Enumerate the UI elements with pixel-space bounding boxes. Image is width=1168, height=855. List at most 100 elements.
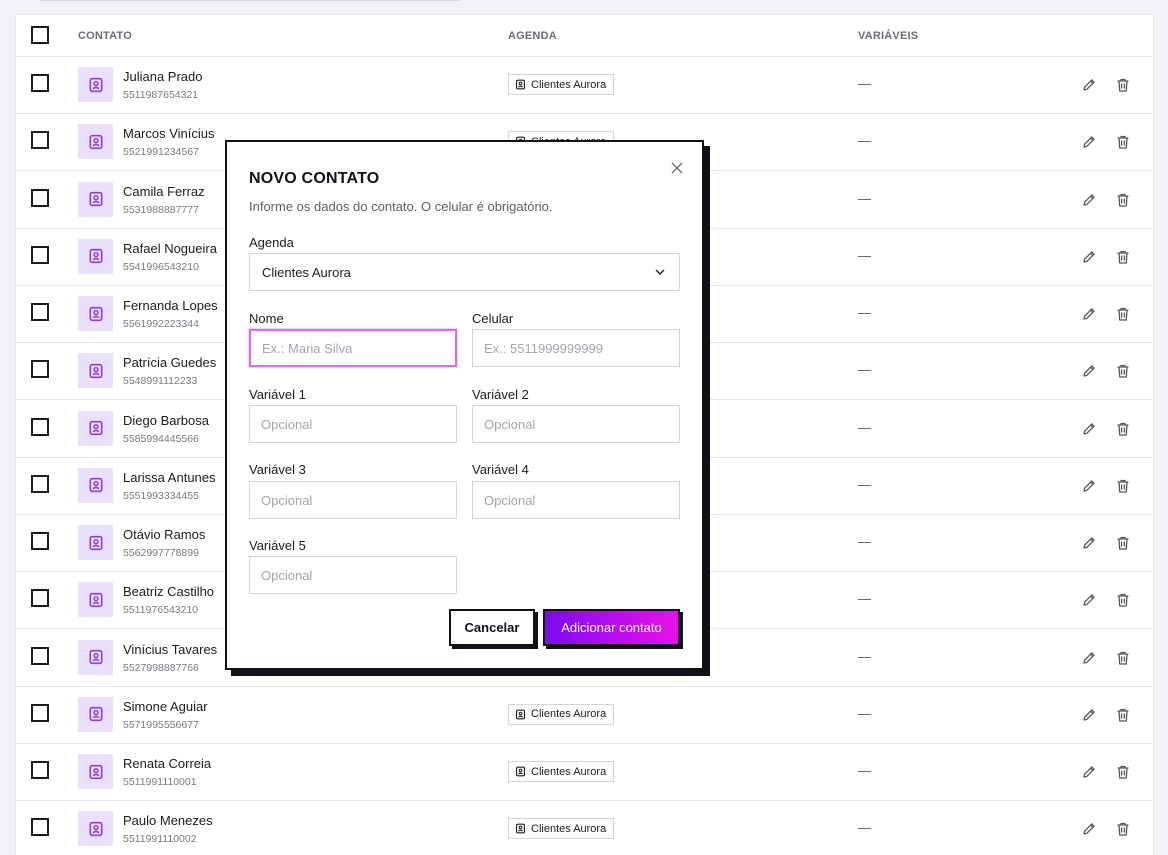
variable-5-input[interactable] <box>249 556 457 594</box>
row-checkbox[interactable] <box>31 703 49 722</box>
trash-icon[interactable] <box>1114 649 1132 667</box>
pencil-icon[interactable] <box>1080 820 1098 838</box>
pencil-icon[interactable] <box>1080 477 1098 495</box>
variable-1-input[interactable] <box>249 405 457 443</box>
trash-icon[interactable] <box>1114 420 1132 438</box>
pencil-icon[interactable] <box>1080 591 1098 609</box>
close-icon[interactable] <box>669 160 685 176</box>
row-checkbox[interactable] <box>31 474 49 493</box>
agenda-label: Agenda <box>249 235 294 250</box>
contact-card-icon <box>78 639 113 675</box>
pencil-icon[interactable] <box>1080 191 1098 209</box>
variables-value: — <box>858 648 871 664</box>
trash-icon[interactable] <box>1114 76 1132 94</box>
trash-icon[interactable] <box>1114 133 1132 151</box>
contact-card-icon <box>515 766 526 777</box>
contact-phone: 5548991112233 <box>123 375 198 388</box>
variables-value: — <box>858 419 871 435</box>
contact-card-icon <box>78 124 113 160</box>
contact-phone: 5531988887777 <box>123 203 199 216</box>
contact-name: Otávio Ramos <box>123 527 206 542</box>
variables-value: — <box>858 534 871 549</box>
contact-name: Beatriz Castilho <box>123 584 215 600</box>
contact-card-icon <box>515 79 526 90</box>
pencil-icon[interactable] <box>1080 420 1098 438</box>
table-row: Renata Correia 5511991110001 Clientes Auro… <box>16 744 1153 801</box>
new-contact-modal: NOVO CONTATO Informe os dados do contato… <box>225 140 704 670</box>
pencil-icon[interactable] <box>1080 534 1098 552</box>
trash-icon[interactable] <box>1114 534 1132 552</box>
row-checkbox[interactable] <box>31 818 49 837</box>
agenda-badge: Clientes Aurora <box>508 703 615 725</box>
contact-name: Vinícius Tavares <box>123 641 218 657</box>
trash-icon[interactable] <box>1114 191 1132 209</box>
row-checkbox[interactable] <box>31 532 49 550</box>
pencil-icon[interactable] <box>1080 248 1098 266</box>
table-header: CONTATO AGENDA VARIÁVEIS <box>16 15 1153 57</box>
select-all-checkbox[interactable] <box>31 26 49 44</box>
variable-5-label: Variável 5 <box>249 538 306 553</box>
variables-value: — <box>858 190 871 206</box>
row-checkbox[interactable] <box>31 188 49 207</box>
add-contact-button[interactable]: Adicionar contato <box>543 609 680 646</box>
pencil-icon[interactable] <box>1080 76 1098 94</box>
contact-name: Paulo Menezes <box>123 813 213 829</box>
row-checkbox[interactable] <box>31 74 49 92</box>
variables-value: — <box>858 133 871 149</box>
trash-icon[interactable] <box>1114 706 1132 724</box>
trash-icon[interactable] <box>1114 362 1132 380</box>
trash-icon[interactable] <box>1114 477 1132 495</box>
trash-icon[interactable] <box>1114 248 1132 266</box>
agenda-badge: Clientes Aurora <box>508 761 615 782</box>
variable-2-input[interactable] <box>472 405 680 443</box>
trash-icon[interactable] <box>1114 820 1132 838</box>
contact-name: Marcos Vinícius <box>123 126 215 142</box>
row-checkbox[interactable] <box>31 303 49 321</box>
contact-phone: 5561992223344 <box>123 318 199 330</box>
contact-card-icon <box>78 754 113 789</box>
row-checkbox[interactable] <box>31 245 49 264</box>
pencil-icon[interactable] <box>1080 133 1098 151</box>
name-input[interactable] <box>249 329 457 367</box>
trash-icon[interactable] <box>1114 591 1132 609</box>
phone-label: Celular <box>472 311 514 326</box>
variables-value: — <box>858 247 871 263</box>
header-contact: CONTATO <box>78 30 132 42</box>
pencil-icon[interactable] <box>1080 763 1098 781</box>
agenda-select-value: Clientes Aurora <box>262 264 351 280</box>
top-divider <box>40 0 460 1</box>
contact-card-icon <box>78 582 113 618</box>
contact-phone: 5511991110002 <box>123 833 197 846</box>
contact-phone: 5541996543210 <box>123 260 199 273</box>
row-checkbox[interactable] <box>31 131 49 150</box>
modal-title: NOVO CONTATO <box>249 170 380 187</box>
trash-icon[interactable] <box>1114 763 1132 781</box>
phone-input[interactable] <box>472 329 680 367</box>
contact-name: Fernanda Lopes <box>123 298 218 313</box>
variables-value: — <box>858 76 871 91</box>
row-checkbox[interactable] <box>31 589 49 608</box>
agenda-select[interactable]: Clientes Aurora <box>249 253 680 291</box>
variable-4-label: Variável 4 <box>472 462 529 477</box>
row-checkbox[interactable] <box>31 417 49 436</box>
table-row: Simone Aguiar 5571995556677 Clientes Auror… <box>16 687 1153 744</box>
contact-card-icon <box>515 709 526 720</box>
variable-4-input[interactable] <box>472 481 680 519</box>
contact-phone: 5511987654321 <box>123 89 199 101</box>
pencil-icon[interactable] <box>1080 649 1098 667</box>
row-checkbox[interactable] <box>31 360 49 379</box>
contact-name: Camila Ferraz <box>123 183 205 199</box>
trash-icon[interactable] <box>1114 305 1132 323</box>
contact-card-icon <box>78 238 113 274</box>
name-label: Nome <box>249 311 284 326</box>
cancel-button[interactable]: Cancelar <box>449 609 535 646</box>
row-checkbox[interactable] <box>31 761 49 779</box>
pencil-icon[interactable] <box>1080 305 1098 323</box>
contact-card-icon <box>78 67 113 102</box>
row-checkbox[interactable] <box>31 646 49 665</box>
modal-subtitle: Informe os dados do contato. O celular é… <box>249 199 553 214</box>
contact-phone: 5585994445566 <box>123 432 199 445</box>
pencil-icon[interactable] <box>1080 362 1098 380</box>
pencil-icon[interactable] <box>1080 706 1098 724</box>
variable-3-input[interactable] <box>249 481 457 519</box>
